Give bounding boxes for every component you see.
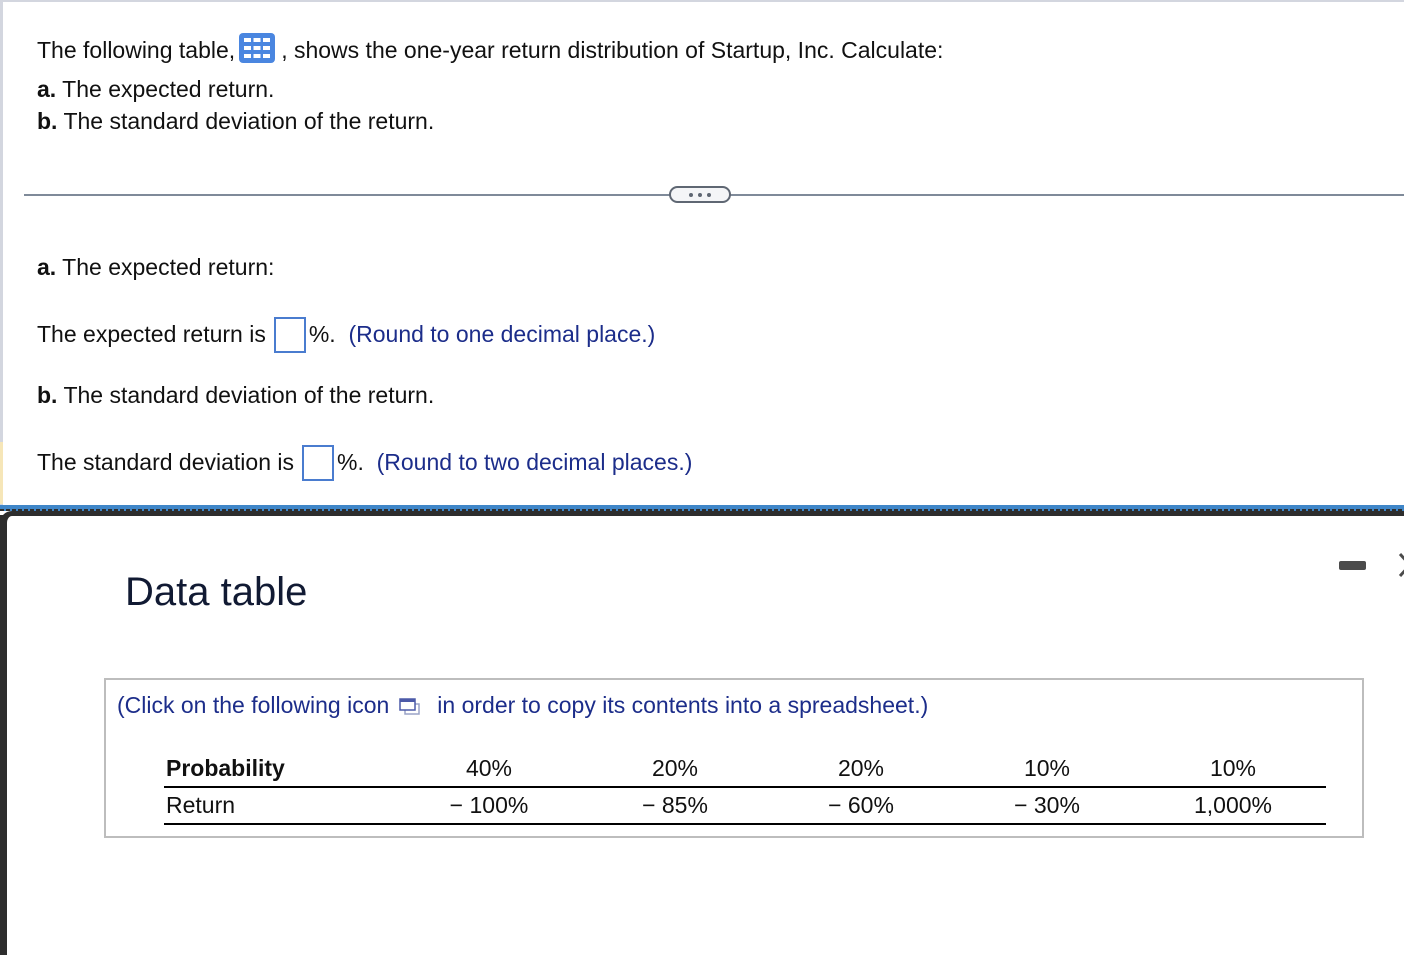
close-icon[interactable]: [1398, 550, 1404, 580]
copy-note-after: in order to copy its contents into a spr…: [437, 692, 929, 718]
table-cell: 1,000%: [1140, 787, 1326, 825]
table-cell: 10%: [954, 751, 1140, 788]
dialog-title: Data table: [125, 570, 308, 614]
row-header: Return: [164, 787, 396, 825]
table-cell: 40%: [396, 751, 582, 788]
answer-b-row: The standard deviation is%. (Round to tw…: [37, 445, 692, 481]
left-highlight: [0, 442, 3, 504]
answer-b-prompt: The standard deviation is: [37, 449, 294, 475]
table-cell: 20%: [768, 751, 954, 788]
minimize-icon[interactable]: [1339, 561, 1366, 570]
standard-deviation-input[interactable]: [302, 445, 334, 481]
ellipsis-icon: [689, 192, 693, 197]
left-border: [0, 0, 3, 505]
top-border: [0, 0, 1404, 2]
dialog-left-edge: [0, 515, 7, 934]
table-cell: − 60%: [768, 787, 954, 825]
answer-b-unit: %.: [337, 449, 364, 475]
ellipsis-icon: [707, 192, 711, 197]
question-part-a: a. The expected return.: [37, 75, 274, 103]
table-cell: − 85%: [582, 787, 768, 825]
answer-a-heading-label: a.: [37, 254, 57, 280]
question-part-b: b. The standard deviation of the return.: [37, 107, 434, 135]
answer-a-heading: a. The expected return:: [37, 253, 274, 281]
table-row-probability: Probability 40% 20% 20% 10% 10%: [164, 751, 1326, 788]
answer-a-prompt: The expected return is: [37, 321, 266, 347]
answer-b-hint: (Round to two decimal places.): [376, 449, 693, 475]
answer-b-heading-label: b.: [37, 382, 58, 408]
table-cell: − 30%: [954, 787, 1140, 825]
answer-a-row: The expected return is%. (Round to one d…: [37, 317, 655, 353]
part-a-text: The expected return.: [62, 76, 275, 102]
answer-b-heading-text: The standard deviation of the return.: [63, 382, 435, 408]
grid-table-icon[interactable]: [239, 33, 276, 63]
ellipsis-icon: [698, 192, 702, 197]
table-cell: 20%: [582, 751, 768, 788]
table-row-return: Return − 100% − 85% − 60% − 30% 1,000%: [164, 787, 1326, 825]
answer-a-heading-text: The expected return:: [62, 254, 275, 280]
part-b-text: The standard deviation of the return.: [63, 108, 435, 134]
part-b-label: b.: [37, 108, 58, 134]
table-cell: 10%: [1140, 751, 1326, 788]
expected-return-input[interactable]: [273, 317, 306, 353]
question-intro: The following table, , shows the one-yea…: [37, 33, 943, 64]
part-a-label: a.: [37, 76, 57, 102]
return-distribution-table: Probability 40% 20% 20% 10% 10% Return −…: [164, 751, 1326, 825]
answer-a-unit: %.: [308, 321, 336, 347]
answer-a-hint: (Round to one decimal place.): [348, 321, 656, 347]
page: The following table, , shows the one-yea…: [0, 0, 1404, 955]
question-intro-before: The following table,: [37, 37, 236, 63]
copy-note-before: (Click on the following icon: [117, 692, 390, 718]
copy-to-spreadsheet-icon[interactable]: [397, 696, 423, 718]
answer-b-heading: b. The standard deviation of the return.: [37, 381, 434, 409]
table-cell: − 100%: [396, 787, 582, 825]
row-header: Probability: [164, 751, 396, 788]
copy-note: (Click on the following icon in order to…: [117, 691, 928, 719]
dialog-top-edge: [0, 509, 1404, 511]
question-intro-after: , shows the one-year return distribution…: [281, 37, 944, 63]
more-button[interactable]: [669, 186, 731, 203]
